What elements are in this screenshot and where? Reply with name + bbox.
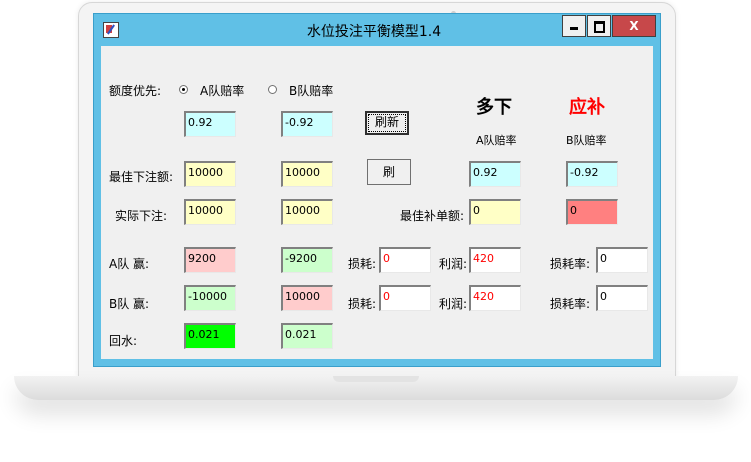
team-a-loss-label: 损耗: [348, 257, 377, 271]
best-bet-b-input[interactable]: 10000 [281, 161, 333, 187]
radio-b-odds-label[interactable]: B队赔率 [289, 82, 333, 99]
team-a-win-b-field: -9200 [281, 247, 333, 273]
team-a-profit-label: 利润: [439, 257, 468, 271]
actual-bet-label: 实际下注: [115, 209, 168, 223]
right-b-odds-input[interactable]: -0.92 [566, 161, 618, 187]
b-odds-header: B队赔率 [566, 134, 607, 147]
team-a-loss-rate-field: 0 [596, 247, 648, 273]
maximize-button[interactable] [587, 15, 611, 37]
team-b-loss-field: 0 [379, 285, 431, 311]
actual-bet-a-input[interactable]: 10000 [184, 199, 236, 225]
brush-button[interactable]: 刷 [367, 159, 411, 185]
close-icon: X [629, 19, 639, 33]
client-area: 额度优先: A队赔率 B队赔率 多下 应补 0.92 -0.92 刷新 A队赔率… [101, 46, 653, 359]
team-a-loss-rate-label: 损耗率: [550, 257, 591, 271]
best-bet-label: 最佳下注额: [109, 170, 174, 184]
title-bar[interactable]: 水位投注平衡模型1.4 X [94, 14, 660, 46]
device-notch [333, 376, 419, 382]
team-b-win-a-field: -10000 [184, 285, 236, 311]
a-odds-input[interactable]: 0.92 [184, 111, 236, 137]
best-bet-a-input[interactable]: 10000 [184, 161, 236, 187]
rebate-label: 回水: [109, 334, 138, 348]
team-b-loss-label: 损耗: [348, 297, 377, 311]
should-add-heading: 应补 [569, 97, 605, 118]
team-a-win-a-field: 9200 [184, 247, 236, 273]
actual-bet-b-input[interactable]: 10000 [281, 199, 333, 225]
supplement-result-field: 0 [566, 199, 618, 225]
minimize-button[interactable] [562, 15, 586, 37]
app-window: 水位投注平衡模型1.4 X 额度优先: A队赔率 B队赔率 多下 应补 0.92… [93, 13, 661, 367]
rebate-b-field: 0.021 [281, 323, 333, 349]
window-title: 水位投注平衡模型1.4 [306, 24, 442, 40]
best-supplement-input[interactable]: 0 [469, 199, 521, 225]
team-b-loss-rate-field: 0 [596, 285, 648, 311]
team-a-loss-field: 0 [379, 247, 431, 273]
radio-a-odds[interactable] [179, 85, 188, 94]
team-b-profit-label: 利润: [439, 297, 468, 311]
team-b-profit-field: 420 [469, 285, 521, 311]
team-a-profit-field: 420 [469, 247, 521, 273]
priority-label: 额度优先: [109, 84, 162, 98]
more-down-heading: 多下 [476, 97, 512, 118]
minimize-icon [570, 27, 578, 30]
refresh-button[interactable]: 刷新 [365, 111, 409, 135]
rebate-a-field: 0.021 [184, 323, 236, 349]
best-supplement-label: 最佳补单额: [400, 209, 465, 223]
right-a-odds-input[interactable]: 0.92 [469, 161, 521, 187]
team-b-win-b-field: 10000 [281, 285, 333, 311]
team-b-win-label: B队 赢: [109, 297, 150, 311]
team-b-loss-rate-label: 损耗率: [550, 297, 591, 311]
app-icon[interactable] [103, 22, 119, 38]
close-button[interactable]: X [612, 15, 656, 37]
b-odds-input[interactable]: -0.92 [281, 111, 333, 137]
a-odds-header: A队赔率 [476, 134, 517, 147]
maximize-icon [593, 21, 605, 33]
team-a-win-label: A队 赢: [109, 257, 150, 271]
radio-a-odds-label[interactable]: A队赔率 [200, 82, 244, 99]
radio-b-odds[interactable] [268, 85, 277, 94]
